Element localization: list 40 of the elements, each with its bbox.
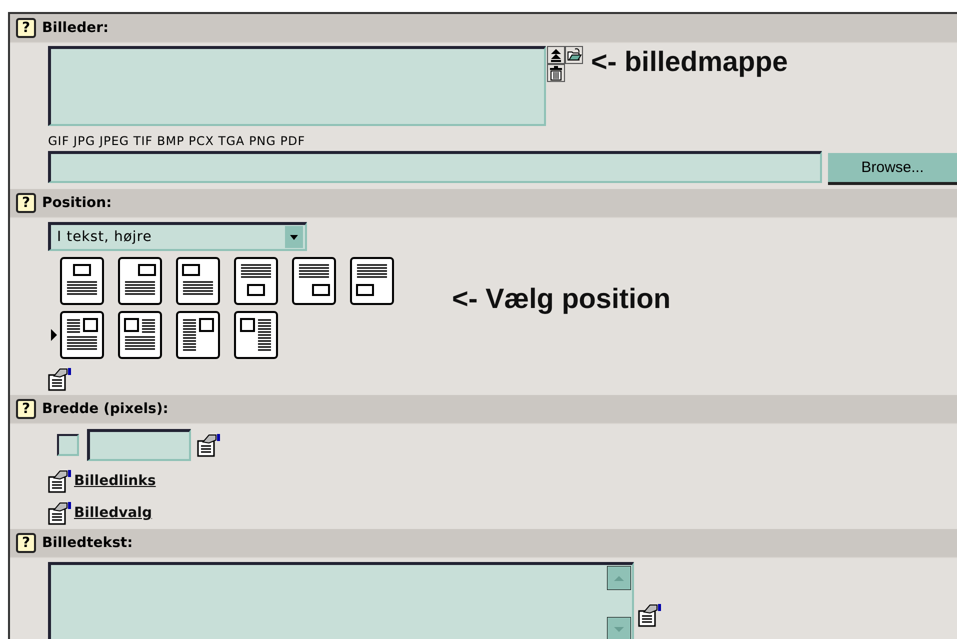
file-field[interactable]: [48, 151, 822, 183]
layout-option[interactable]: [234, 257, 278, 305]
scroll-up-icon[interactable]: [607, 566, 631, 590]
section-title: Billedtekst:: [42, 535, 133, 551]
width-field[interactable]: [87, 429, 191, 461]
clipboard-icon[interactable]: [48, 367, 72, 391]
folder-icon[interactable]: [565, 46, 583, 64]
annotation: <- billedmappe: [591, 46, 788, 78]
caption-field[interactable]: [48, 562, 634, 639]
move-up-icon[interactable]: [547, 46, 565, 64]
section-title: Position:: [42, 195, 112, 211]
layout-option[interactable]: [176, 257, 220, 305]
section-title: Billeder:: [42, 20, 109, 36]
layout-option[interactable]: [176, 311, 220, 359]
link[interactable]: Billedlinks: [74, 473, 156, 489]
clipboard-icon[interactable]: [48, 501, 72, 525]
help-icon[interactable]: ?: [16, 18, 36, 38]
clipboard-icon[interactable]: [197, 433, 221, 457]
layout-option[interactable]: [60, 311, 104, 359]
scroll-down-icon[interactable]: [607, 617, 631, 639]
help-icon[interactable]: ?: [16, 193, 36, 213]
layout-option[interactable]: [292, 257, 336, 305]
annotation: <- Vælg position: [452, 283, 671, 315]
format-list: GIF JPG JPEG TIF BMP PCX TGA PNG PDF: [48, 126, 957, 151]
help-icon[interactable]: ?: [16, 533, 36, 553]
position-select[interactable]: I tekst, højre: [48, 222, 307, 251]
checkbox[interactable]: [57, 434, 79, 456]
layout-option[interactable]: [234, 311, 278, 359]
clipboard-icon[interactable]: [48, 469, 72, 493]
help-icon[interactable]: ?: [16, 399, 36, 419]
image-list-field[interactable]: [48, 46, 546, 126]
section-title: Bredde (pixels):: [42, 401, 168, 417]
layout-option[interactable]: [118, 257, 162, 305]
clipboard-icon[interactable]: [638, 603, 662, 627]
layout-option[interactable]: [118, 311, 162, 359]
trash-icon[interactable]: [547, 64, 565, 82]
link[interactable]: Billedvalg: [74, 505, 152, 521]
layout-option[interactable]: [60, 257, 104, 305]
browse-button[interactable]: Browse...: [828, 153, 957, 185]
layout-option[interactable]: [350, 257, 394, 305]
